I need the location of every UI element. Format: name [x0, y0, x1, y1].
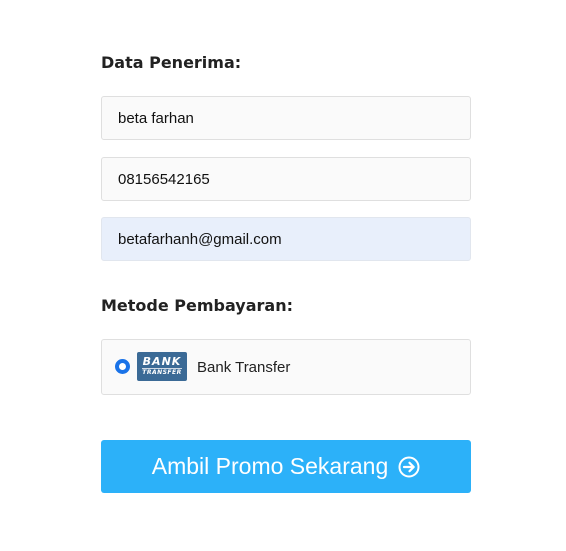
arrow-right-circle-icon	[398, 456, 420, 478]
name-field[interactable]	[101, 96, 471, 140]
claim-promo-button[interactable]: Ambil Promo Sekarang	[101, 440, 471, 493]
payment-section-title: Metode Pembayaran:	[101, 296, 293, 315]
phone-field[interactable]	[101, 157, 471, 201]
bank-logo-text-line1: BANK	[142, 355, 182, 368]
email-field[interactable]	[101, 217, 471, 261]
payment-radio-button[interactable]	[115, 359, 130, 374]
bank-logo-text-line2: TRANSFER	[142, 368, 182, 376]
payment-option-bank-transfer[interactable]: BANK TRANSFER Bank Transfer	[101, 339, 471, 395]
recipient-section-title: Data Penerima:	[101, 53, 242, 72]
claim-promo-label: Ambil Promo Sekarang	[151, 453, 389, 479]
bank-transfer-logo: BANK TRANSFER	[137, 352, 187, 381]
payment-option-label: Bank Transfer	[197, 359, 291, 376]
